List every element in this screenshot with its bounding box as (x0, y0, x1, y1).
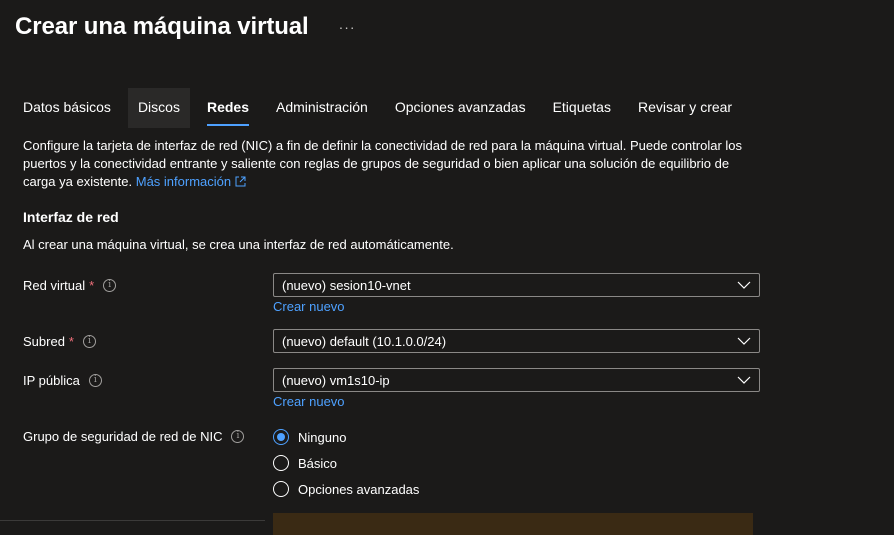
public-ip-label: IP pública (23, 373, 80, 388)
external-link-icon (235, 176, 246, 187)
radio-unchecked-icon[interactable] (273, 481, 289, 497)
info-icon[interactable]: i (82, 335, 96, 348)
nsg-label: Grupo de seguridad de red de NIC (23, 429, 223, 444)
more-info-link[interactable]: Más información (136, 174, 246, 189)
description-text: Configure la tarjeta de interfaz de red … (23, 138, 743, 189)
subnet-value: (nuevo) default (10.1.0.0/24) (282, 333, 447, 349)
required-asterisk: * (68, 334, 74, 349)
page-title: Crear una máquina virtual (15, 13, 309, 40)
section-title: Interfaz de red (23, 209, 119, 225)
nsg-radio-group: Ninguno Básico Opciones avanzadas (273, 424, 419, 502)
virtual-network-label: Red virtual (23, 278, 86, 293)
radio-unchecked-icon[interactable] (273, 455, 289, 471)
radio-checked-icon[interactable] (273, 429, 289, 445)
radio-label: Opciones avanzadas (298, 481, 420, 497)
virtual-network-create-link[interactable]: Crear nuevo (273, 299, 345, 314)
tab-datos-basicos[interactable]: Datos básicos (13, 88, 121, 128)
title-row: Crear una máquina virtual ··· (15, 13, 359, 41)
nsg-option-ninguno[interactable]: Ninguno (273, 424, 419, 450)
subnet-select[interactable]: (nuevo) default (10.1.0.0/24) (273, 329, 760, 353)
divider (0, 520, 265, 521)
tab-discos[interactable]: Discos (127, 88, 190, 128)
virtual-network-value: (nuevo) sesion10-vnet (282, 277, 411, 293)
more-options-button[interactable]: ··· (336, 19, 359, 35)
info-icon[interactable]: i (88, 374, 102, 387)
nsg-label-row: Grupo de seguridad de red de NIC i (23, 429, 245, 444)
more-info-link-label: Más información (135, 174, 232, 189)
info-icon[interactable]: i (103, 279, 117, 292)
section-description: Al crear una máquina virtual, se crea un… (23, 237, 454, 252)
page-description: Configure la tarjeta de interfaz de red … (23, 137, 753, 191)
tab-bar: Datos básicos Discos Redes Administració… (13, 88, 749, 128)
chevron-down-icon (737, 376, 751, 384)
info-icon[interactable]: i (231, 430, 245, 443)
radio-label: Básico (298, 455, 338, 471)
tab-administracion[interactable]: Administración (266, 88, 378, 128)
virtual-network-label-row: Red virtual * i (23, 278, 117, 293)
public-ip-create-link[interactable]: Crear nuevo (273, 394, 345, 409)
subnet-label-row: Subred * i (23, 334, 96, 349)
required-asterisk: * (89, 278, 95, 293)
tab-opciones-avanzadas[interactable]: Opciones avanzadas (385, 88, 536, 128)
public-ip-value: (nuevo) vm1s10-ip (282, 372, 390, 388)
virtual-network-select[interactable]: (nuevo) sesion10-vnet (273, 273, 760, 297)
public-ip-label-row: IP pública i (23, 373, 102, 388)
nsg-option-basico[interactable]: Básico (273, 450, 419, 476)
chevron-down-icon (737, 281, 751, 289)
subnet-label: Subred (23, 334, 65, 349)
tab-redes[interactable]: Redes (197, 88, 259, 128)
radio-label: Ninguno (298, 429, 347, 445)
tab-revisar-y-crear[interactable]: Revisar y crear (628, 88, 742, 128)
radio-dot (277, 433, 285, 441)
public-ip-select[interactable]: (nuevo) vm1s10-ip (273, 368, 760, 392)
warning-banner (273, 513, 753, 535)
chevron-down-icon (737, 337, 751, 345)
tab-etiquetas[interactable]: Etiquetas (543, 88, 621, 128)
nsg-option-opciones-avanzadas[interactable]: Opciones avanzadas (273, 476, 419, 502)
